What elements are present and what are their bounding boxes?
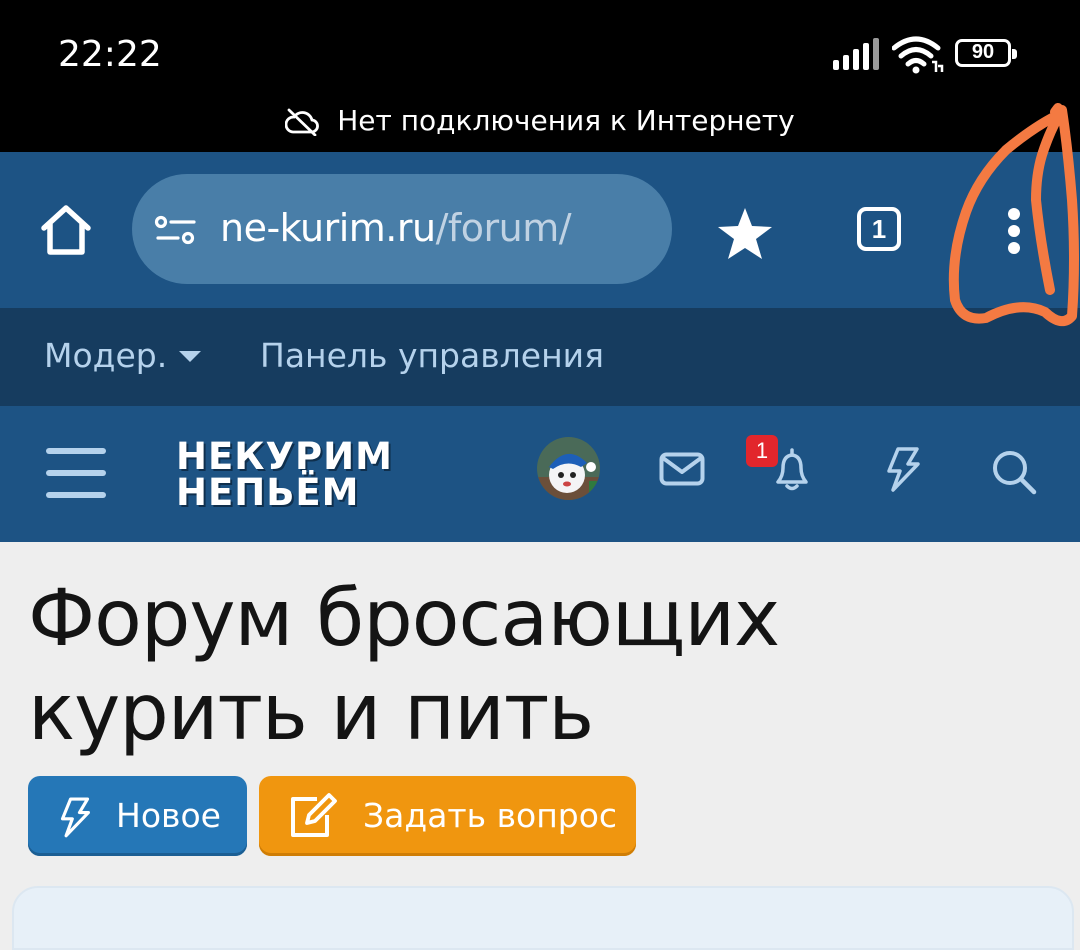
ask-question-label: Задать вопрос (363, 796, 618, 835)
address-bar[interactable]: ne-kurim.ru/forum/ (132, 174, 672, 284)
moderator-menu[interactable]: Модер. (44, 336, 202, 375)
avatar-image (537, 437, 600, 500)
logo-line-2: НЕПЬЁМ (176, 471, 360, 514)
url-domain: ne-kurim.ru (220, 206, 436, 250)
cloud-off-icon (284, 108, 320, 137)
moderator-label: Модер. (44, 336, 168, 375)
site-settings-icon[interactable] (154, 214, 198, 246)
site-logo[interactable]: НЕКУРИМ НЕПЬЁМ (176, 435, 393, 514)
battery-level: 90 (971, 41, 995, 63)
wifi-icon (892, 36, 944, 74)
lightning-icon (60, 797, 90, 838)
control-panel-link[interactable]: Панель управления (260, 336, 604, 375)
page-title: Форум бросающих курить и пить (28, 574, 780, 758)
tab-switcher-button[interactable]: 1 (857, 207, 901, 251)
avatar[interactable] (537, 437, 600, 500)
notification-badge: 1 (746, 435, 778, 467)
moderator-bar: Модер. Панель управления (0, 308, 1080, 406)
content-card (12, 886, 1074, 950)
more-menu-icon[interactable] (1000, 208, 1028, 258)
caret-down-icon (179, 351, 202, 362)
ask-question-button[interactable]: Задать вопрос (259, 776, 636, 856)
bookmark-star-icon[interactable] (716, 206, 774, 262)
home-icon[interactable] (38, 204, 94, 256)
browser-toolbar: ne-kurim.ru/forum/ 1 (0, 152, 1080, 308)
lightning-icon[interactable] (884, 446, 922, 492)
site-header: НЕКУРИМ НЕПЬЁМ 1 (0, 406, 1080, 542)
url-text: ne-kurim.ru/forum/ (220, 206, 572, 250)
url-path: /forum/ (435, 206, 572, 250)
hamburger-menu-icon[interactable] (46, 448, 106, 500)
offline-banner: Нет подключения к Интернету (0, 104, 1080, 137)
cell-signal-icon (833, 38, 879, 70)
logo-line-1: НЕКУРИМ (176, 435, 393, 478)
search-icon[interactable] (990, 448, 1038, 496)
status-bar: 22:22 90 Нет подключения к Интернету (0, 0, 1080, 152)
clock: 22:22 (58, 34, 162, 75)
new-posts-label: Новое (116, 796, 221, 835)
edit-icon (291, 793, 337, 837)
new-posts-button[interactable]: Новое (28, 776, 247, 856)
offline-text: Нет подключения к Интернету (337, 104, 795, 137)
battery-icon: 90 (955, 39, 1017, 67)
mail-icon[interactable] (659, 452, 705, 486)
